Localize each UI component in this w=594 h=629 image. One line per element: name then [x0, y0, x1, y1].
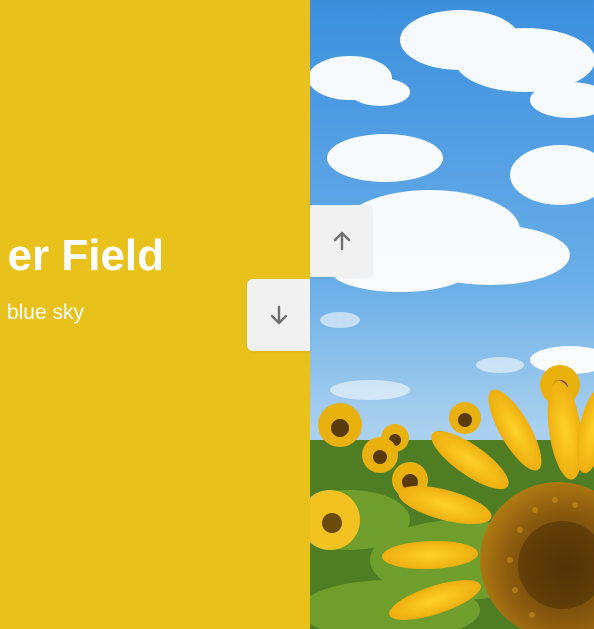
image-panel	[310, 0, 594, 629]
slide-title: er Field	[7, 231, 165, 280]
slider-stage: er Field blue sky	[0, 0, 594, 629]
slide-subtitle: blue sky	[6, 301, 84, 324]
previous-slide-button[interactable]	[310, 205, 373, 277]
sunflower-field-image	[310, 0, 594, 629]
arrow-up-icon	[333, 231, 350, 251]
arrow-down-icon	[270, 305, 287, 325]
next-slide-button[interactable]	[247, 279, 310, 351]
